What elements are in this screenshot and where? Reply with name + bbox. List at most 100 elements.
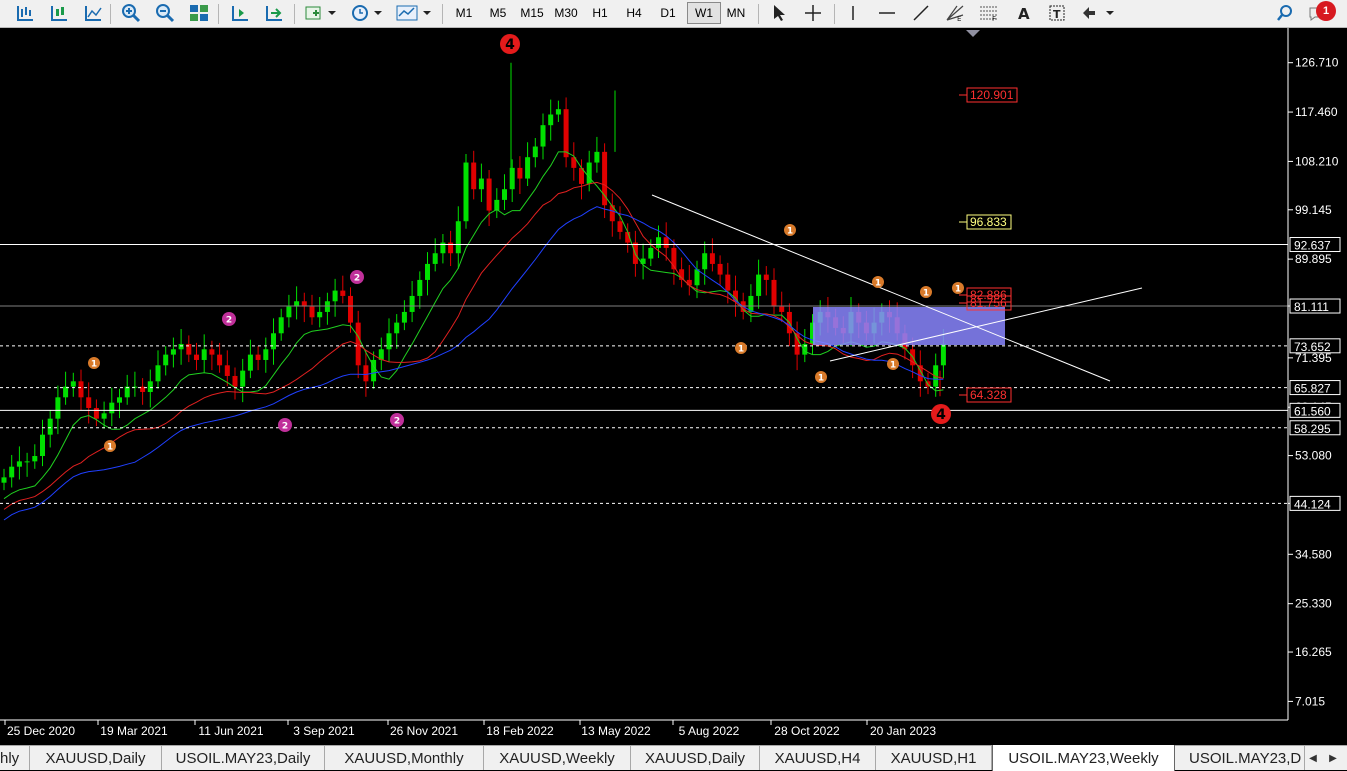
date-label: 28 Oct 2022: [774, 724, 840, 738]
wave-marker-label: 1: [91, 360, 97, 370]
candle-body: [694, 269, 700, 286]
consolidation-zone: [813, 307, 1005, 345]
indicators-dropdown-icon[interactable]: [302, 2, 340, 24]
candle-body: [109, 402, 115, 414]
candle-body: [648, 247, 654, 259]
wave-marker-label: 1: [955, 285, 961, 295]
date-label: 13 May 2022: [581, 724, 651, 738]
chart-tab[interactable]: USOIL.MAY23,Weekly: [992, 745, 1175, 771]
crosshair-icon[interactable]: [800, 2, 826, 24]
timeframe-w1[interactable]: W1: [687, 2, 721, 24]
chart-tab[interactable]: XAUUSD,Weekly: [484, 746, 631, 770]
chart-tab[interactable]: XAUUSD,Monthly: [325, 746, 484, 770]
date-label: 5 Aug 2022: [679, 724, 740, 738]
svg-text:E: E: [957, 15, 961, 22]
candle-body: [78, 381, 84, 398]
zoom-in-icon[interactable]: [118, 2, 144, 24]
candle-body: [733, 290, 738, 302]
notification-badge[interactable]: 1: [1316, 1, 1336, 21]
candle-body: [779, 306, 785, 312]
candle-body: [540, 125, 546, 147]
text-label-icon[interactable]: T: [1044, 2, 1070, 24]
timeframe-mn[interactable]: MN: [719, 2, 753, 24]
chart-shift-icon[interactable]: [227, 2, 253, 24]
autoscroll-icon[interactable]: [261, 2, 287, 24]
periods-clock-icon[interactable]: [348, 2, 386, 24]
candle-body: [147, 381, 153, 392]
tab-scroll-right-icon[interactable]: ▶: [1325, 748, 1341, 768]
price-label: 64.328: [970, 388, 1007, 402]
chart-tab[interactable]: USOIL.MAY23,D: [1175, 746, 1305, 770]
candle-body: [617, 221, 623, 232]
timeframe-m1[interactable]: M1: [447, 2, 481, 24]
candle-body: [532, 146, 538, 158]
price-tick-label: 108.210: [1295, 154, 1339, 168]
candle-body: [32, 456, 38, 462]
zoom-out-icon[interactable]: [152, 2, 178, 24]
tile-windows-icon[interactable]: [186, 2, 212, 24]
bar-chart-icon[interactable]: [12, 2, 38, 24]
timeframe-m5[interactable]: M5: [481, 2, 515, 24]
candle-body: [656, 237, 661, 248]
candle-body: [432, 253, 438, 264]
chart-tab[interactable]: XAUUSD,Daily: [30, 746, 162, 770]
candle-body: [517, 167, 523, 179]
candle-body: [594, 151, 600, 163]
date-label: 3 Sep 2021: [293, 724, 355, 738]
timeframe-h1[interactable]: H1: [583, 2, 617, 24]
candle-body: [417, 279, 423, 296]
vertical-line-icon[interactable]: [840, 2, 866, 24]
wave-marker-label: 2: [394, 417, 400, 427]
horizontal-line-icon[interactable]: [874, 2, 900, 24]
candle-body: [194, 354, 199, 360]
candle-body: [93, 407, 99, 419]
candle-body: [463, 162, 469, 222]
candle-body: [586, 162, 592, 184]
timeframe-m15[interactable]: M15: [515, 2, 549, 24]
price-tick-label: 25.330: [1295, 597, 1332, 611]
wave-marker-label: 4: [505, 37, 515, 53]
candle-body: [70, 381, 76, 387]
line-chart-icon[interactable]: [80, 2, 106, 24]
chart-tab[interactable]: XAUUSD,H1: [876, 746, 992, 770]
templates-dropdown-icon[interactable]: [394, 2, 434, 24]
wave-marker-label: 1: [923, 289, 929, 299]
candle-body: [455, 221, 461, 254]
fibonacci-retracement-icon[interactable]: F: [976, 2, 1002, 24]
candle-body: [178, 343, 184, 350]
level-price-label: 73.652: [1294, 340, 1331, 354]
price-tick-label: 34.580: [1295, 547, 1332, 561]
text-tool-icon[interactable]: A: [1010, 2, 1036, 24]
svg-text:F: F: [992, 15, 996, 22]
fibonacci-fan-icon[interactable]: E: [942, 2, 968, 24]
candlestick-chart-icon[interactable]: [46, 2, 72, 24]
candle-body: [509, 167, 515, 190]
tab-scroll-left-icon[interactable]: ◀: [1305, 748, 1321, 768]
chart-tab[interactable]: USOIL.MAY23,Daily: [162, 746, 325, 770]
price-chart[interactable]: 4 4 2 2 2 2 1 1 1 1 1 1 1 1 1 126.710 117.460 108.210 99.…: [0, 28, 1347, 745]
candle-body: [555, 109, 561, 115]
candle-body: [1, 477, 7, 483]
candle-body: [201, 349, 207, 360]
chart-tab[interactable]: XAUUSD,H4: [760, 746, 876, 770]
search-icon[interactable]: [1272, 2, 1298, 24]
timeframe-m30[interactable]: M30: [549, 2, 583, 24]
arrows-dropdown-icon[interactable]: [1078, 2, 1118, 24]
candle-body: [324, 301, 330, 312]
candle-body: [271, 333, 276, 350]
chart-tab[interactable]: hly: [0, 746, 30, 770]
chart-tab[interactable]: XAUUSD,Daily: [631, 746, 760, 770]
timeframe-h4[interactable]: H4: [617, 2, 651, 24]
timeframe-d1[interactable]: D1: [651, 2, 685, 24]
candle-body: [124, 386, 130, 398]
candle-body: [386, 333, 392, 350]
candle-body: [525, 157, 531, 179]
candle-body: [709, 253, 715, 264]
cursor-icon[interactable]: [766, 2, 792, 24]
price-label: 96.833: [970, 215, 1007, 229]
candle-body: [155, 365, 161, 382]
date-label: 25 Dec 2020: [7, 724, 75, 738]
price-label: 81.756: [970, 296, 1007, 310]
candle-body: [401, 311, 407, 323]
trendline-icon[interactable]: [908, 2, 934, 24]
